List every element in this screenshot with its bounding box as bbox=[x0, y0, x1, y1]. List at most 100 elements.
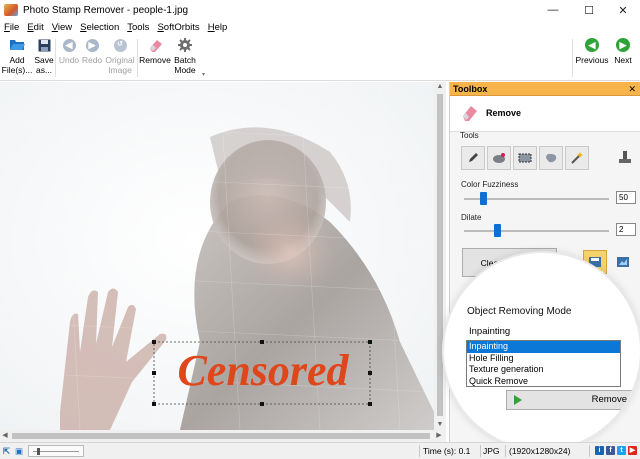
menu-view[interactable]: View bbox=[52, 22, 72, 33]
zoom-actual-icon[interactable]: ▣ bbox=[15, 446, 23, 457]
menu-file[interactable]: File bbox=[4, 22, 19, 33]
redo-label: Redo bbox=[81, 55, 103, 65]
rectangle-select-icon bbox=[518, 153, 532, 163]
original-image-icon: ↺ bbox=[112, 37, 128, 53]
toolbox-header: Toolbox ✕ bbox=[450, 82, 640, 96]
undo-icon: ◀ bbox=[61, 37, 77, 53]
zoom-fit-icon[interactable]: ⇱ bbox=[3, 446, 10, 457]
stamp-tool-button[interactable] bbox=[613, 146, 637, 170]
save-icon bbox=[36, 37, 52, 53]
toolbar-separator bbox=[55, 39, 56, 77]
gear-icon bbox=[177, 37, 193, 53]
menu-tools[interactable]: Tools bbox=[127, 22, 149, 33]
add-files-label-1: Add bbox=[9, 55, 25, 65]
menu-help[interactable]: Help bbox=[208, 22, 228, 33]
tools-label: Tools bbox=[460, 131, 479, 140]
remove-toolbar-button[interactable]: Remove bbox=[139, 37, 171, 65]
stamp-text[interactable]: Censored bbox=[160, 344, 366, 398]
time-readout: Time (s): 0.1 bbox=[423, 446, 471, 456]
add-files-button[interactable]: Add File(s)... bbox=[1, 37, 33, 75]
pencil-tool-button[interactable] bbox=[461, 146, 485, 170]
remove-button[interactable]: Remove bbox=[506, 390, 640, 410]
arrow-right-icon: ▶ bbox=[615, 37, 631, 53]
zoom-slider-thumb[interactable] bbox=[37, 448, 40, 455]
color-fuzziness-thumb[interactable] bbox=[480, 192, 487, 205]
horizontal-scroll-thumb[interactable] bbox=[12, 433, 430, 439]
next-button[interactable]: ▶ Next bbox=[610, 37, 636, 65]
menu-edit[interactable]: Edit bbox=[27, 22, 43, 33]
status-bar: ⇱ ▣ Time (s): 0.1 JPG (1920x1280x24) i f… bbox=[0, 442, 640, 459]
next-label: Next bbox=[614, 55, 632, 65]
removing-mode-option-hole-filling[interactable]: Hole Filling bbox=[467, 353, 620, 365]
menu-softorbits[interactable]: SoftOrbits bbox=[157, 22, 199, 33]
status-separator bbox=[419, 445, 420, 457]
magic-brush-tool-button[interactable] bbox=[487, 146, 511, 170]
remove-button-label: Remove bbox=[591, 394, 627, 405]
undo-label: Undo bbox=[58, 55, 80, 65]
status-separator bbox=[589, 445, 590, 457]
color-fuzziness-input[interactable]: 50 bbox=[616, 191, 636, 204]
folder-open-icon bbox=[9, 37, 25, 53]
toolbar-separator bbox=[137, 39, 138, 77]
toolbar: Add File(s)... Save as... ◀ Undo ▶ Redo … bbox=[0, 35, 640, 81]
close-button[interactable]: ✕ bbox=[606, 0, 640, 20]
save-as-label-2: as... bbox=[35, 65, 53, 75]
twitter-icon[interactable]: t bbox=[617, 446, 626, 455]
toolbox-close-icon[interactable]: ✕ bbox=[628, 82, 636, 96]
toolbar-overflow-icon[interactable]: ▾ bbox=[202, 71, 205, 78]
toolbox-title: Toolbox bbox=[453, 84, 488, 94]
lasso-tool-button[interactable] bbox=[539, 146, 563, 170]
dilate-thumb[interactable] bbox=[494, 224, 501, 237]
menu-selection[interactable]: Selection bbox=[80, 22, 119, 33]
eraser-icon bbox=[460, 104, 478, 124]
original-image-label-1: Original bbox=[105, 55, 135, 65]
scroll-up-icon[interactable]: ▲ bbox=[434, 82, 446, 92]
horizontal-scrollbar[interactable]: ◀ ▶ bbox=[0, 430, 446, 442]
dilate-slider[interactable] bbox=[464, 230, 609, 232]
window-title: Photo Stamp Remover - people-1.jpg bbox=[23, 4, 189, 16]
redo-icon: ▶ bbox=[84, 37, 100, 53]
original-image-button[interactable]: ↺ Original Image bbox=[104, 37, 136, 75]
batch-mode-button[interactable]: Batch Mode bbox=[172, 37, 198, 75]
removing-mode-option-texture-generation[interactable]: Texture generation bbox=[467, 364, 620, 376]
status-separator bbox=[505, 445, 506, 457]
maximize-button[interactable]: ☐ bbox=[572, 0, 606, 20]
removing-mode-current-value[interactable]: Inpainting bbox=[469, 326, 510, 337]
app-icon bbox=[4, 4, 18, 16]
toolbox-remove-label: Remove bbox=[486, 108, 522, 118]
play-arrow-icon bbox=[513, 394, 523, 413]
add-files-label-2: File(s)... bbox=[1, 65, 33, 75]
removing-mode-option-quick-remove[interactable]: Quick Remove bbox=[467, 376, 620, 388]
info-icon[interactable]: i bbox=[595, 446, 604, 455]
youtube-icon[interactable]: ▶ bbox=[628, 446, 637, 455]
redo-button[interactable]: ▶ Redo bbox=[81, 37, 103, 65]
original-image-label-2: Image bbox=[108, 65, 132, 75]
scroll-right-icon[interactable]: ▶ bbox=[434, 430, 444, 442]
removing-mode-option-inpainting[interactable]: Inpainting bbox=[467, 341, 620, 353]
image-dimensions: (1920x1280x24) bbox=[509, 446, 571, 456]
rectangle-select-tool-button[interactable] bbox=[513, 146, 537, 170]
magic-wand-tool-button[interactable] bbox=[565, 146, 589, 170]
scroll-left-icon[interactable]: ◀ bbox=[0, 430, 10, 442]
facebook-icon[interactable]: f bbox=[606, 446, 615, 455]
title-bar: Photo Stamp Remover - people-1.jpg — ☐ ✕ bbox=[0, 0, 640, 20]
minimize-button[interactable]: — bbox=[536, 0, 570, 20]
image-canvas[interactable]: Censored bbox=[0, 82, 434, 430]
dilate-label: Dilate bbox=[461, 213, 482, 222]
lasso-icon bbox=[546, 153, 557, 163]
status-separator bbox=[480, 445, 481, 457]
image-format: JPG bbox=[483, 446, 500, 456]
toolbox-remove-header: Remove bbox=[450, 96, 640, 132]
previous-button[interactable]: ◀ Previous bbox=[575, 37, 609, 65]
stamp-icon bbox=[619, 151, 631, 163]
undo-button[interactable]: ◀ Undo bbox=[58, 37, 80, 65]
object-removing-mode-label: Object Removing Mode bbox=[467, 306, 572, 317]
save-as-button[interactable]: Save as... bbox=[33, 37, 55, 75]
vertical-scroll-thumb[interactable] bbox=[437, 94, 443, 416]
dilate-input[interactable]: 2 bbox=[616, 223, 636, 236]
arrow-left-icon: ◀ bbox=[584, 37, 600, 53]
zoom-slider[interactable] bbox=[28, 445, 84, 457]
batch-mode-label-2: Mode bbox=[174, 65, 196, 75]
remove-toolbar-label: Remove bbox=[139, 55, 171, 65]
batch-mode-label-1: Batch bbox=[174, 55, 196, 65]
